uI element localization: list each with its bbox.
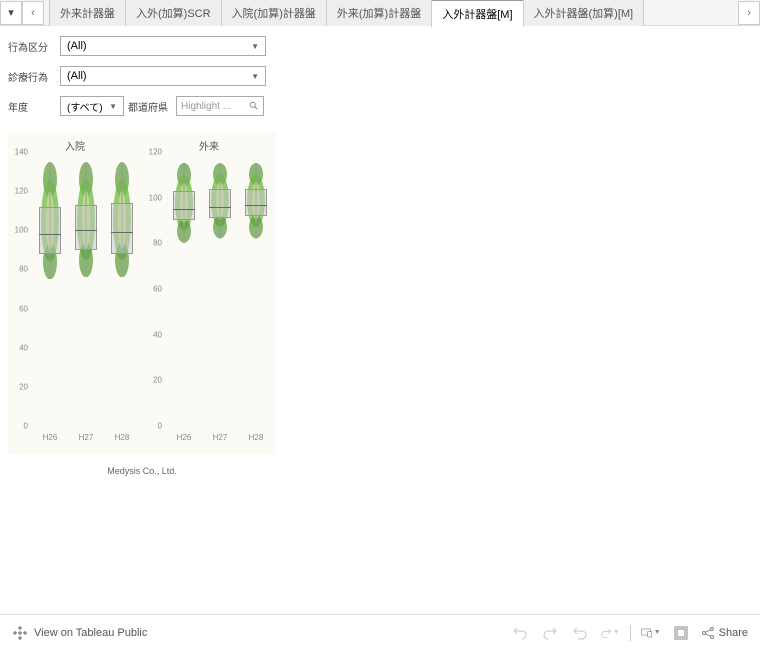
tab-5[interactable]: 入外計器盤(加算)[M]	[523, 0, 645, 26]
tab-prev[interactable]: ‹	[22, 1, 44, 25]
koui-kubun-select[interactable]: (All) ▼	[60, 36, 266, 56]
attribution-text: Medysis Co., Ltd.	[0, 466, 284, 476]
boxplot-H26[interactable]	[169, 152, 199, 426]
tab-2[interactable]: 入院(加算)計器盤	[221, 0, 327, 26]
tableau-public-link[interactable]: View on Tableau Public	[12, 625, 147, 641]
tab-dropdown[interactable]: ▾	[0, 1, 22, 25]
nendo-label: 年度	[8, 99, 60, 114]
tab-0[interactable]: 外来計器盤	[49, 0, 126, 26]
boxplot-H26[interactable]	[35, 152, 65, 426]
plot-area[interactable]	[166, 152, 274, 426]
share-icon	[701, 626, 715, 640]
undo-button[interactable]	[510, 623, 530, 643]
boxplot-H28[interactable]	[241, 152, 271, 426]
koui-kubun-value: (All)	[67, 40, 87, 52]
shinryo-koui-select[interactable]: (All) ▼	[60, 66, 266, 86]
share-button[interactable]: Share	[701, 626, 748, 640]
tab-4[interactable]: 入外計器盤[M]	[431, 0, 523, 27]
chart-panel-nyuin: 入院020406080100120140H26H27H28	[8, 132, 142, 454]
shinryo-koui-label: 診療行為	[8, 69, 60, 84]
boxplot-H27[interactable]	[205, 152, 235, 426]
chevron-down-icon: ▼	[251, 42, 259, 51]
tableau-logo-icon	[12, 625, 28, 641]
chart-area: 入院020406080100120140H26H27H28 外来02040608…	[8, 132, 276, 454]
x-axis: H26H27H28	[166, 433, 274, 442]
search-icon	[249, 101, 259, 111]
boxplot-H28[interactable]	[107, 152, 137, 426]
tableau-public-label: View on Tableau Public	[34, 627, 147, 639]
chevron-down-icon: ▼	[109, 102, 117, 111]
fullscreen-button[interactable]	[671, 623, 691, 643]
tab-3[interactable]: 外来(加算)計器盤	[326, 0, 432, 26]
y-axis: 020406080100120140	[8, 152, 32, 426]
share-label: Share	[719, 627, 748, 639]
replay-button[interactable]	[570, 623, 590, 643]
divider	[630, 625, 631, 641]
tab-1[interactable]: 入外(加算)SCR	[125, 0, 222, 26]
plot-area[interactable]	[32, 152, 140, 426]
nendo-select[interactable]: (すべて) ▼	[60, 96, 124, 116]
shinryo-koui-value: (All)	[67, 70, 87, 82]
tab-bar: ▾ ‹ 外来計器盤 入外(加算)SCR 入院(加算)計器盤 外来(加算)計器盤 …	[0, 0, 760, 26]
footer-bar: View on Tableau Public ▼ ▼ Share	[0, 614, 760, 650]
koui-kubun-label: 行為区分	[8, 39, 60, 54]
chart-panel-gairai: 外来020406080100120H26H27H28	[142, 132, 276, 454]
y-axis: 020406080100120	[142, 152, 166, 426]
boxplot-H27[interactable]	[71, 152, 101, 426]
device-preview-button[interactable]: ▼	[641, 623, 661, 643]
tab-next[interactable]: ›	[738, 1, 760, 25]
redo-button[interactable]	[540, 623, 560, 643]
refresh-button[interactable]: ▼	[600, 623, 620, 643]
todofuken-label: 都道府県	[128, 99, 176, 114]
todofuken-highlight[interactable]: Highlight ...	[176, 96, 264, 116]
filters-panel: 行為区分 (All) ▼ 診療行為 (All) ▼ 年度 (すべて) ▼ 都道府…	[0, 26, 760, 132]
nendo-value: (すべて)	[67, 99, 103, 114]
chevron-down-icon: ▼	[251, 72, 259, 81]
x-axis: H26H27H28	[32, 433, 140, 442]
todofuken-placeholder: Highlight ...	[181, 101, 231, 112]
